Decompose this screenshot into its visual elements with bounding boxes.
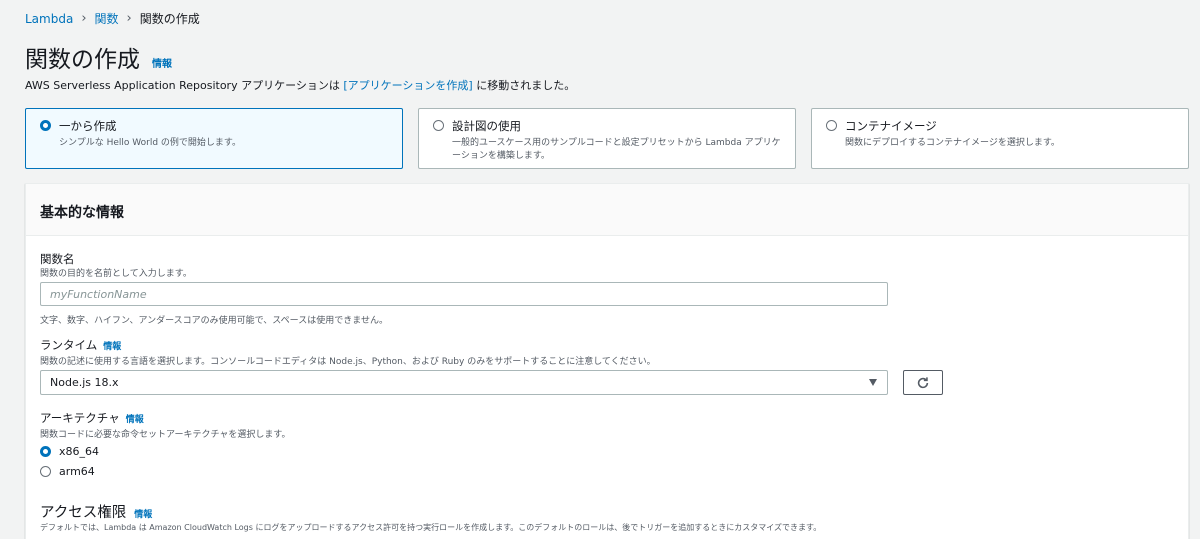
option-title: 一から作成 (59, 119, 117, 133)
permissions-desc: デフォルトでは、Lambda は Amazon CloudWatch Logs … (40, 523, 822, 532)
radio-selected-icon[interactable] (40, 446, 51, 457)
architecture-info-link[interactable]: 情報 (126, 415, 144, 425)
function-name-input[interactable] (40, 282, 888, 306)
breadcrumb-current: 関数の作成 (139, 12, 200, 26)
caret-down-icon (869, 379, 877, 386)
option-container-image[interactable]: コンテナイメージ 関数にデプロイするコンテナイメージを選択します。 (811, 108, 1189, 169)
function-name-label: 関数名 (40, 252, 75, 266)
permissions-info-link[interactable]: 情報 (134, 507, 152, 520)
arch-option-label: x86_64 (59, 445, 100, 458)
arch-option-x86[interactable]: x86_64 (40, 445, 99, 458)
radio-icon[interactable] (40, 466, 51, 477)
permissions-label-text: アクセス権限 (40, 505, 127, 521)
option-title: コンテナイメージ (845, 119, 937, 133)
panel-header: 基本的な情報 (26, 184, 1188, 236)
option-title: 設計図の使用 (452, 119, 521, 133)
architecture-label-text: アーキテクチャ (40, 411, 120, 425)
option-use-blueprint[interactable]: 設計図の使用 一般的ユースケース用のサンプルコードと設定プリセットから Lamb… (418, 108, 796, 169)
runtime-value: Node.js 18.x (50, 376, 119, 389)
subtitle-suffix: に移動されました。 (472, 79, 576, 92)
create-application-link[interactable]: [アプリケーションを作成] (343, 79, 472, 92)
breadcrumb-lambda[interactable]: Lambda (25, 12, 73, 26)
architecture-desc: 関数コードに必要な命令セットアーキテクチャを選択します。 (40, 430, 291, 440)
subtitle-prefix: AWS Serverless Application Repository アプ… (25, 79, 344, 92)
architecture-label: アーキテクチャ 情報 (40, 410, 144, 426)
page-info-link[interactable]: 情報 (152, 55, 172, 70)
basic-info-panel: 基本的な情報 関数名 関数の目的を名前として入力します。 文字、数字、ハイフン、… (25, 183, 1189, 539)
chevron-right-icon: › (81, 11, 87, 26)
runtime-label: ランタイム 情報 (40, 337, 121, 353)
permissions-label: アクセス権限 情報 (40, 501, 152, 522)
runtime-label-text: ランタイム (40, 338, 98, 352)
refresh-button[interactable] (903, 370, 943, 395)
arch-option-arm64[interactable]: arm64 (40, 465, 95, 478)
breadcrumb: Lambda › 関数 › 関数の作成 (25, 10, 200, 27)
function-name-hint: 文字、数字、ハイフン、アンダースコアのみ使用可能で、スペースは使用できません。 (40, 316, 388, 326)
option-desc: シンプルな Hello World の例で開始します。 (59, 138, 242, 148)
page-subtitle: AWS Serverless Application Repository アプ… (25, 77, 575, 93)
refresh-icon (917, 376, 929, 388)
breadcrumb-functions[interactable]: 関数 (95, 10, 119, 27)
runtime-desc: 関数の記述に使用する言語を選択します。コンソールコードエディタは Node.js… (40, 357, 656, 367)
arch-option-label: arm64 (59, 465, 95, 478)
radio-icon[interactable] (826, 120, 837, 131)
option-desc: 一般的ユースケース用のサンプルコードと設定プリセットから Lambda アプリケ… (452, 138, 781, 161)
chevron-right-icon: › (126, 11, 132, 26)
radio-selected-icon[interactable] (40, 120, 51, 131)
page-header: 関数の作成 情報 (25, 40, 172, 74)
option-desc: 関数にデプロイするコンテナイメージを選択します。 (845, 138, 1060, 148)
runtime-info-link[interactable]: 情報 (103, 342, 121, 352)
page-title: 関数の作成 (25, 47, 140, 73)
panel-title: 基本的な情報 (40, 205, 124, 221)
option-author-from-scratch[interactable]: 一から作成 シンプルな Hello World の例で開始します。 (25, 108, 403, 169)
runtime-select[interactable]: Node.js 18.x (40, 370, 888, 395)
radio-icon[interactable] (433, 120, 444, 131)
function-name-desc: 関数の目的を名前として入力します。 (40, 269, 192, 279)
